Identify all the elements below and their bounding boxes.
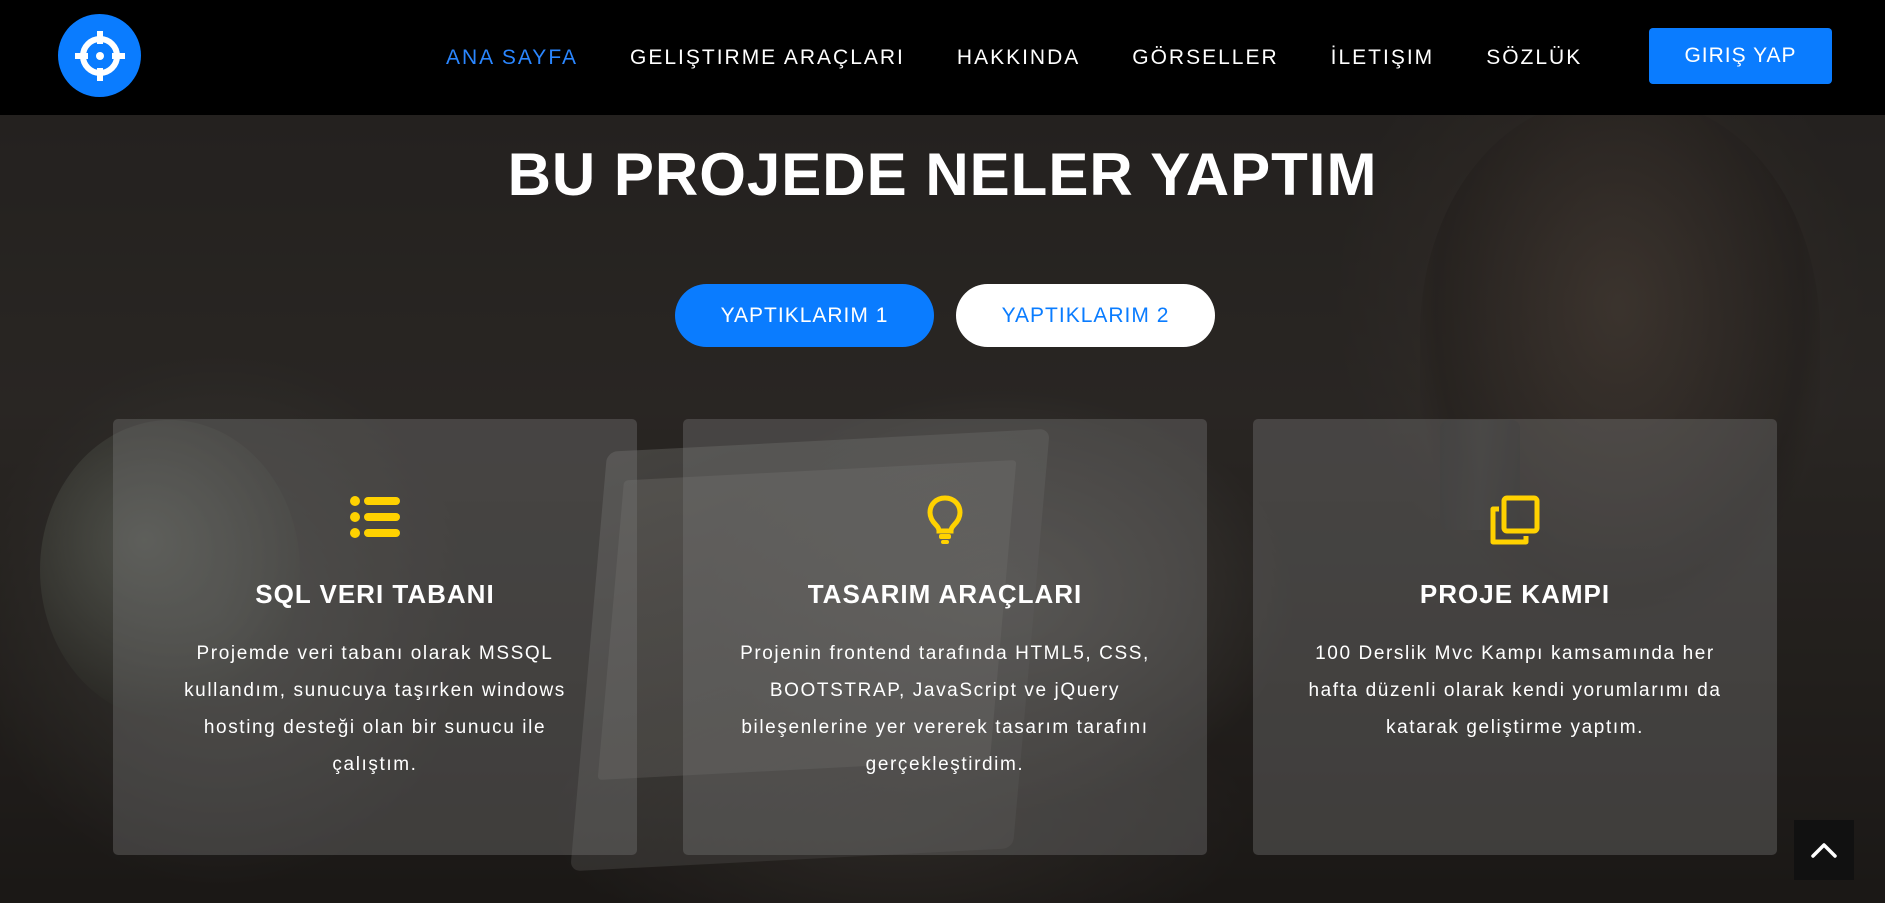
- crosshair-icon: [74, 30, 125, 81]
- navbar: ANA SAYFA GELIŞTIRME ARAÇLARI HAKKINDA G…: [0, 0, 1885, 115]
- nav-item-gelistirme-araclari[interactable]: GELIŞTIRME ARAÇLARI: [630, 46, 905, 70]
- nav-item-gorseller[interactable]: GÖRSELLER: [1132, 46, 1278, 70]
- tab-yaptiklarim-2[interactable]: YAPTIKLARIM 2: [956, 284, 1215, 347]
- site-logo[interactable]: [58, 14, 141, 97]
- card-title: PROJE KAMPI: [1419, 579, 1611, 609]
- nav-item-sozluk[interactable]: SÖZLÜK: [1486, 46, 1582, 70]
- card-title: SQL VERI TABANI: [255, 579, 495, 609]
- card-description: Projenin frontend tarafında HTML5, CSS, …: [740, 643, 1150, 775]
- nav-item-hakkinda[interactable]: HAKKINDA: [957, 46, 1080, 70]
- card-description: 100 Derslik Mvc Kampı kamsamında her haf…: [1308, 643, 1722, 738]
- nav-menu: ANA SAYFA GELIŞTIRME ARAÇLARI HAKKINDA G…: [446, 0, 1634, 115]
- nav-item-iletisim[interactable]: İLETIŞIM: [1331, 46, 1435, 70]
- tab-yaptiklarim-1[interactable]: YAPTIKLARIM 1: [675, 284, 934, 347]
- section-title: BU PROJEDE NELER YAPTIM: [507, 141, 1378, 208]
- nav-item-ana-sayfa[interactable]: ANA SAYFA: [446, 46, 578, 70]
- card-title: TASARIM ARAÇLARI: [807, 579, 1083, 609]
- feature-card-design: TASARIM ARAÇLARI Projenin frontend taraf…: [683, 419, 1207, 855]
- list-icon: [350, 496, 400, 538]
- chevron-up-icon: [1811, 843, 1837, 858]
- feature-card-camp: PROJE KAMPI 100 Derslik Mvc Kampı kamsam…: [1253, 419, 1777, 855]
- login-button[interactable]: GIRIŞ YAP: [1649, 28, 1832, 84]
- scroll-to-top-button[interactable]: [1794, 820, 1854, 880]
- feature-card-sql: SQL VERI TABANI Projemde veri tabanı ola…: [113, 419, 637, 855]
- lightbulb-icon: [927, 495, 963, 544]
- copy-icon: [1490, 495, 1540, 545]
- card-description: Projemde veri tabanı olarak MSSQL kullan…: [184, 643, 566, 775]
